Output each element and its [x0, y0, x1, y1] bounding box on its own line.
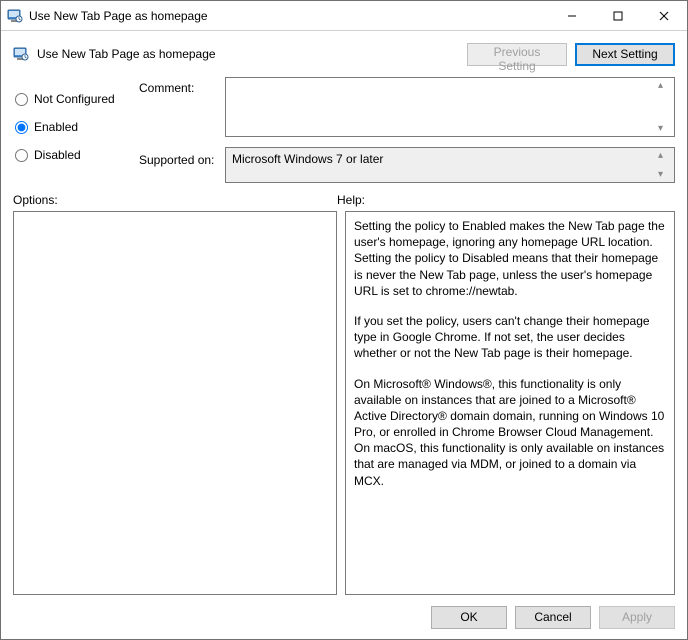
comment-label: Comment: — [139, 77, 225, 95]
supported-value: Microsoft Windows 7 or later — [232, 152, 383, 166]
radio-not-configured[interactable]: Not Configured — [13, 87, 139, 111]
help-paragraph: Setting the policy to Enabled makes the … — [354, 218, 666, 299]
scroll-up-icon[interactable]: ▴ — [658, 80, 672, 91]
radio-not-configured-label: Not Configured — [34, 92, 115, 106]
config-top-area: Not Configured Enabled Disabled Comment:… — [1, 77, 687, 187]
radio-not-configured-input[interactable] — [15, 93, 28, 106]
comment-row: Comment: ▴ ▾ — [139, 77, 675, 137]
radio-disabled-input[interactable] — [15, 149, 28, 162]
maximize-button[interactable] — [595, 1, 641, 30]
window-title: Use New Tab Page as homepage — [29, 9, 549, 23]
scroll-down-icon[interactable]: ▾ — [658, 169, 672, 180]
footer: OK Cancel Apply — [1, 595, 687, 639]
ok-button[interactable]: OK — [431, 606, 507, 629]
header-row: Use New Tab Page as homepage Previous Se… — [1, 31, 687, 77]
panes-labels: Options: Help: — [1, 187, 687, 211]
radio-disabled-label: Disabled — [34, 148, 81, 162]
next-setting-button[interactable]: Next Setting — [575, 43, 675, 66]
radio-enabled-input[interactable] — [15, 121, 28, 134]
supported-label: Supported on: — [139, 137, 225, 167]
help-label: Help: — [337, 193, 365, 207]
close-button[interactable] — [641, 1, 687, 30]
radio-disabled[interactable]: Disabled — [13, 143, 139, 167]
options-pane[interactable] — [13, 211, 337, 595]
policy-icon — [13, 46, 29, 62]
scroll-down-icon[interactable]: ▾ — [658, 123, 672, 134]
comment-textarea[interactable]: ▴ ▾ — [225, 77, 675, 137]
supported-row: Supported on: Microsoft Windows 7 or lat… — [139, 137, 675, 183]
help-paragraph: On Microsoft® Windows®, this functionali… — [354, 376, 666, 489]
supported-on-box: Microsoft Windows 7 or later ▴ ▾ — [225, 147, 675, 183]
previous-setting-button: Previous Setting — [467, 43, 567, 66]
help-paragraph: If you set the policy, users can't chang… — [354, 313, 666, 362]
cancel-button[interactable]: Cancel — [515, 606, 591, 629]
radio-enabled[interactable]: Enabled — [13, 115, 139, 139]
apply-button: Apply — [599, 606, 675, 629]
radio-enabled-label: Enabled — [34, 120, 78, 134]
panes: Setting the policy to Enabled makes the … — [1, 211, 687, 595]
policy-title: Use New Tab Page as homepage — [37, 47, 459, 61]
scroll-up-icon[interactable]: ▴ — [658, 150, 672, 161]
fields-column: Comment: ▴ ▾ Supported on: Microsoft Win… — [139, 77, 675, 183]
options-label: Options: — [13, 193, 337, 207]
state-radio-group: Not Configured Enabled Disabled — [13, 77, 139, 183]
titlebar-buttons — [549, 1, 687, 30]
dialog-window: Use New Tab Page as homepage Use New Tab… — [0, 0, 688, 640]
policy-icon — [7, 8, 23, 24]
titlebar: Use New Tab Page as homepage — [1, 1, 687, 31]
help-pane[interactable]: Setting the policy to Enabled makes the … — [345, 211, 675, 595]
supported-scroll[interactable]: ▴ ▾ — [658, 150, 672, 180]
minimize-button[interactable] — [549, 1, 595, 30]
comment-scroll[interactable]: ▴ ▾ — [658, 80, 672, 134]
